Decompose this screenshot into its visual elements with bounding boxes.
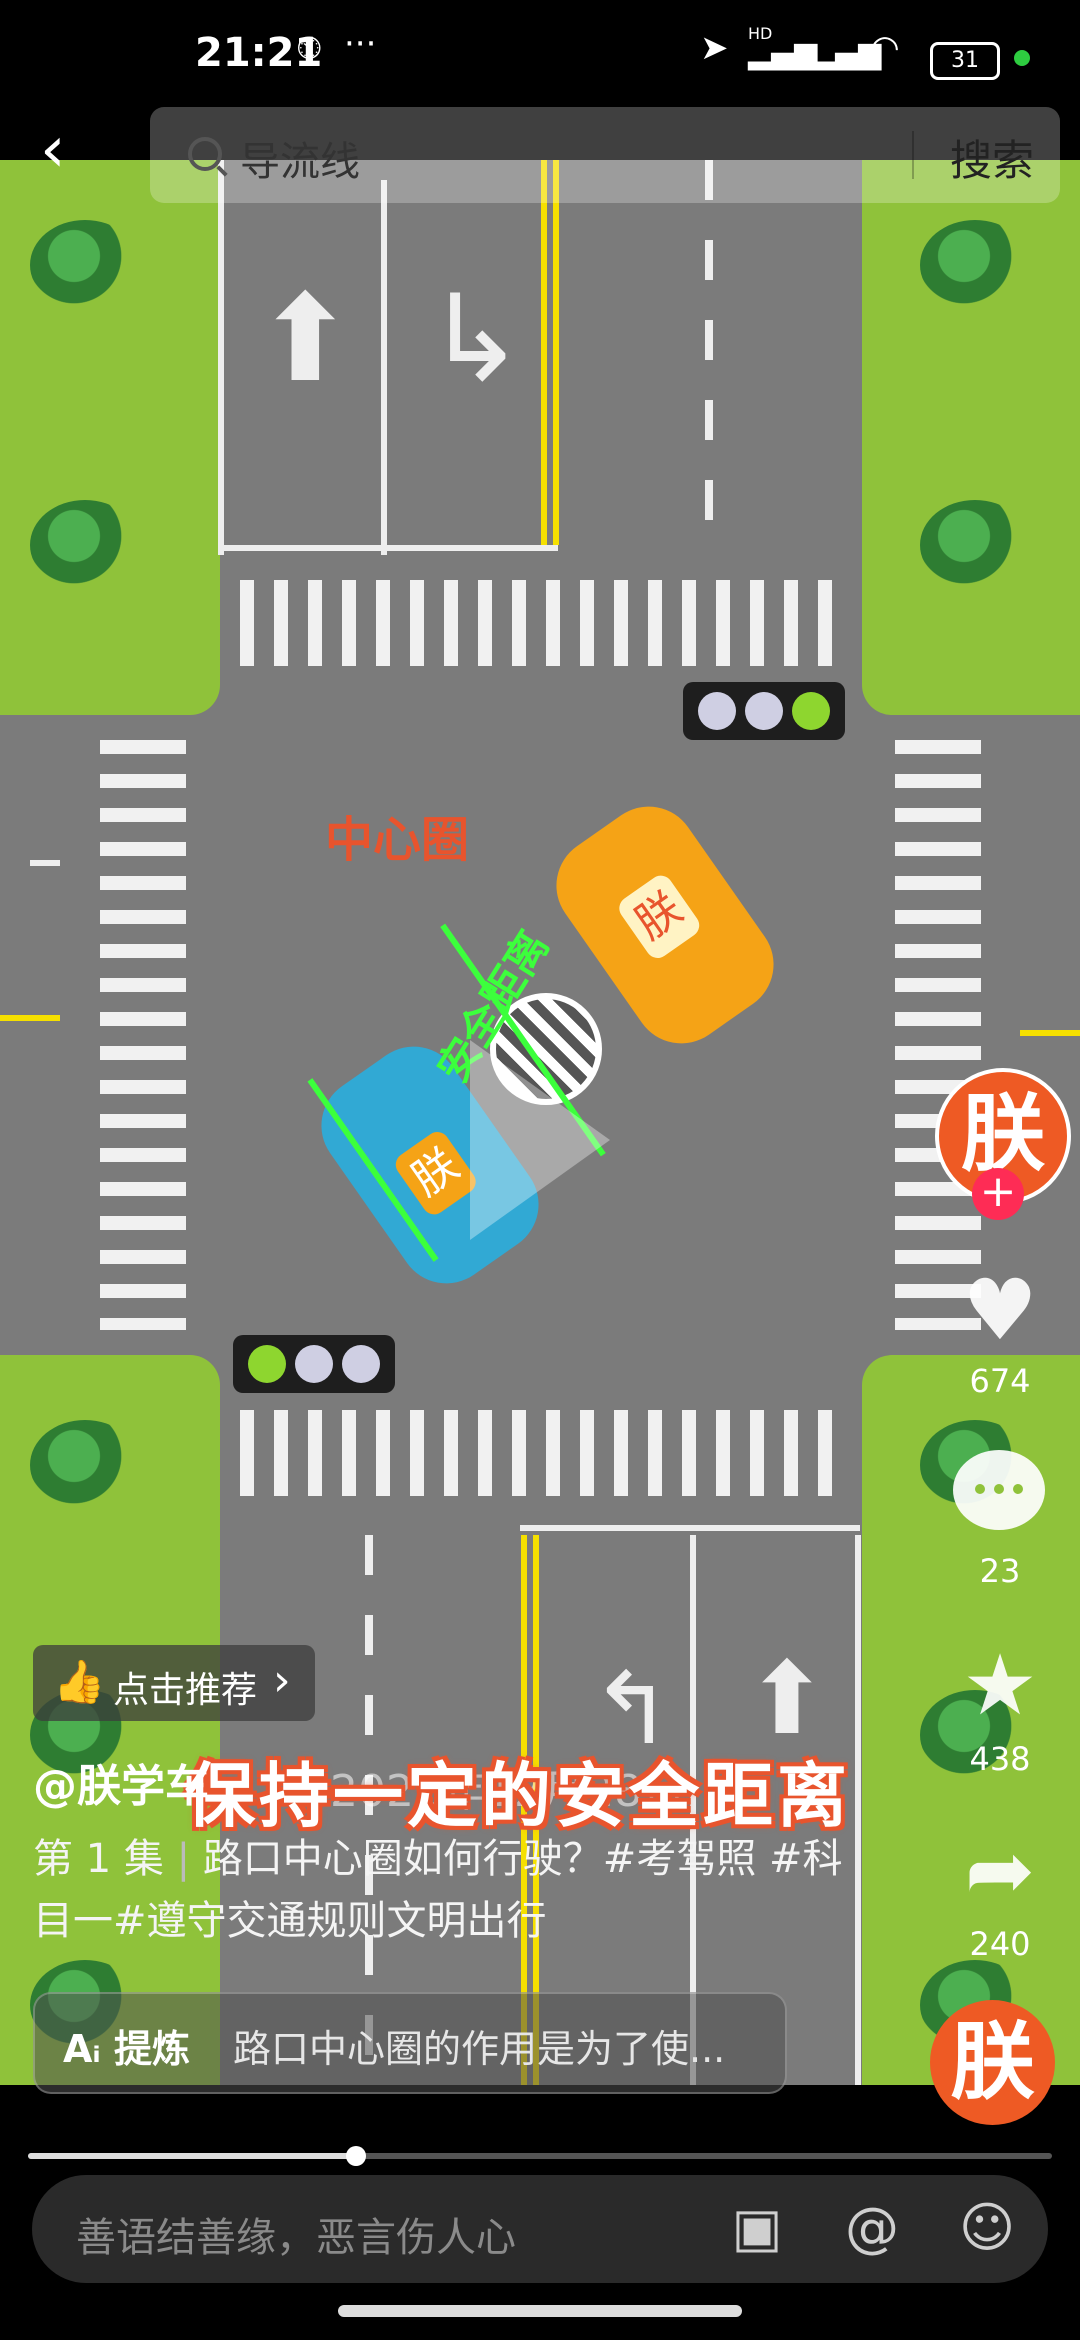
comment-input-bar[interactable]: 善语结善缘，恶言伤人心 ▣ @ ☺ xyxy=(32,2175,1048,2283)
like-count: 674 xyxy=(969,1362,1031,1400)
active-dot xyxy=(1014,50,1030,66)
mention-icon[interactable]: @ xyxy=(837,2193,907,2263)
progress-fill xyxy=(28,2153,356,2159)
lane-line xyxy=(381,180,387,555)
turn-arrow-icon: ⬆ xyxy=(255,270,356,409)
divider: | xyxy=(176,1836,203,1882)
crosswalk-top xyxy=(240,580,840,666)
ai-refine-bar[interactable]: Aᵢ 提炼 路口中心圈的作用是为了使... xyxy=(33,1992,787,2094)
video-description[interactable]: 第 1 集 | 路口中心圈如何行驶？#考驾照 #科目一#遵守交通规则文明出行 xyxy=(33,1828,873,1952)
ai-refine-label: Aᵢ 提炼 xyxy=(63,2027,190,2071)
status-bar: 21:21 ⏲ ··· ➤ HD ▂▄▆ ▂▄▆ ◠ 31 xyxy=(0,0,1080,92)
share-count: 240 xyxy=(969,1925,1031,1963)
search-button[interactable]: 搜索 xyxy=(950,127,1034,188)
recommend-label: 点击推荐 xyxy=(113,1670,258,1711)
bush-icon xyxy=(30,1420,140,1510)
crosswalk-left xyxy=(100,740,186,1330)
traffic-light-bottom xyxy=(233,1335,395,1393)
episode-label: 第 1 集 xyxy=(33,1836,164,1882)
search-icon xyxy=(188,137,222,171)
crosswalk-right xyxy=(895,740,981,1330)
stop-line xyxy=(520,1525,860,1531)
divider xyxy=(912,131,914,179)
crosswalk-bottom xyxy=(240,1410,840,1496)
car-badge: 朕 xyxy=(614,870,704,963)
lane-dashed xyxy=(705,160,713,545)
emoji-icon[interactable]: ☺ xyxy=(952,2193,1022,2263)
location-icon: ➤ xyxy=(700,28,729,68)
play-icon[interactable] xyxy=(470,1040,610,1240)
image-icon[interactable]: ▣ xyxy=(722,2193,792,2263)
comment-placeholder[interactable]: 善语结善缘，恶言伤人心 xyxy=(76,2205,516,2263)
progress-knob[interactable] xyxy=(345,2146,366,2166)
favorite-count: 438 xyxy=(969,1740,1031,1778)
center-line xyxy=(553,160,559,545)
signal-icon: ▂▄▆ xyxy=(748,36,818,71)
like-heart-icon[interactable]: ♥ xyxy=(950,1265,1050,1355)
center-line xyxy=(541,160,547,545)
back-icon[interactable]: ‹ xyxy=(40,118,100,190)
ai-refine-text: 路口中心圈的作用是为了使... xyxy=(233,2027,726,2071)
progress-bar[interactable] xyxy=(28,2146,1052,2166)
favorite-star-icon[interactable]: ★ xyxy=(950,1640,1050,1730)
recommend-button[interactable]: 👍 点击推荐 › xyxy=(33,1645,315,1721)
center-line xyxy=(1020,1030,1080,1036)
comment-count: 23 xyxy=(979,1552,1021,1590)
center-circle-label: 中心圈 xyxy=(325,812,470,868)
search-query[interactable]: 导流线 xyxy=(240,129,360,187)
author-name[interactable]: @朕学车 xyxy=(33,1750,209,1814)
bush-icon xyxy=(30,500,140,590)
battery-icon: 31 xyxy=(930,42,1000,80)
bush-icon xyxy=(30,220,140,310)
follow-plus-icon[interactable]: + xyxy=(972,1168,1024,1220)
share-arrow-icon[interactable]: ➦ xyxy=(950,1825,1050,1915)
car-badge: 朕 xyxy=(391,1127,481,1220)
lane-line xyxy=(218,160,224,555)
search-bar[interactable]: 导流线 搜索 xyxy=(150,107,1060,203)
turn-right-arrow-icon: ↳ xyxy=(425,270,526,409)
chevron-right-icon: › xyxy=(273,1655,291,1706)
traffic-light-top xyxy=(683,682,845,740)
bush-icon xyxy=(920,220,1030,310)
lane-line xyxy=(30,860,60,866)
video-subtitle: 保持一定的安全距离 xyxy=(185,1755,851,1837)
stop-line xyxy=(218,545,558,551)
thumbs-up-icon: 👍 xyxy=(53,1657,106,1706)
music-disc-icon[interactable]: 朕 xyxy=(930,2000,1055,2125)
wifi-icon: ◠ xyxy=(870,28,900,68)
comment-icon[interactable] xyxy=(953,1450,1045,1530)
clock-app-icon: ⏲ xyxy=(296,28,323,68)
more-dots: ··· xyxy=(344,24,377,64)
center-line xyxy=(0,1015,60,1021)
home-indicator[interactable] xyxy=(338,2305,742,2317)
lane-line xyxy=(855,1535,861,2085)
bush-icon xyxy=(920,500,1030,590)
